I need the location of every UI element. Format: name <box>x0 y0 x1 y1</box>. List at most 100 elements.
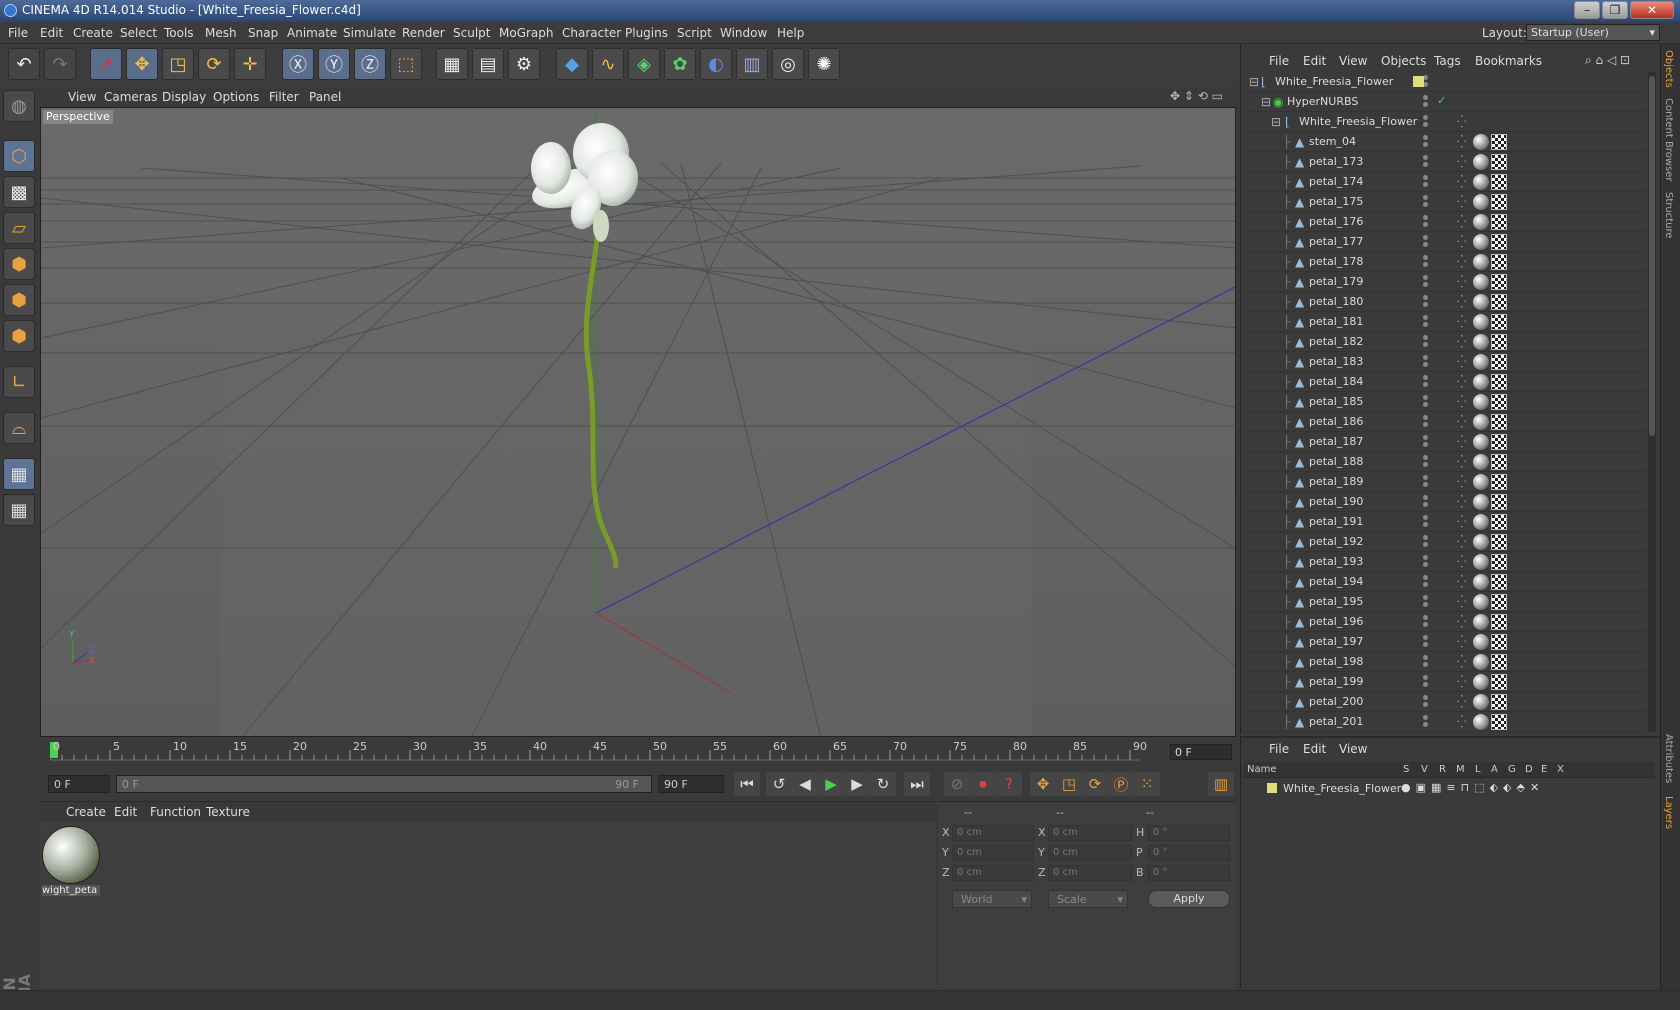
material-menu-create[interactable]: Create <box>66 805 106 819</box>
material-tag-icon[interactable] <box>1473 194 1489 210</box>
visibility-dots[interactable] <box>1423 235 1431 249</box>
object-row[interactable]: ├ ▲ petal_183 ⁛ <box>1243 352 1647 372</box>
menu-tools[interactable]: Tools <box>164 26 194 40</box>
phong-tag-icon[interactable]: ⁛ <box>1457 514 1471 530</box>
phong-tag-icon[interactable]: ⁛ <box>1457 374 1471 390</box>
col-x[interactable]: X <box>1557 764 1564 775</box>
material-tag-icon[interactable] <box>1473 174 1489 190</box>
menu-plugins[interactable]: Plugins <box>625 26 668 40</box>
uvw-tag-icon[interactable] <box>1491 234 1507 250</box>
visibility-dots[interactable] <box>1423 175 1431 189</box>
object-row[interactable]: ├ ▲ petal_181 ⁛ <box>1243 312 1647 332</box>
col-d[interactable]: D <box>1525 764 1533 775</box>
record-keys-icon[interactable]: ⊘ <box>944 772 970 796</box>
visibility-dots[interactable] <box>1423 275 1431 289</box>
col-v[interactable]: V <box>1421 764 1428 775</box>
phong-tag-icon[interactable]: ⁛ <box>1457 574 1471 590</box>
uvw-tag-icon[interactable] <box>1491 534 1507 550</box>
perspective-viewport[interactable]: Y Z X Perspective <box>40 107 1236 737</box>
visibility-dots[interactable] <box>1423 715 1431 729</box>
visibility-dots[interactable] <box>1423 515 1431 529</box>
phong-tag-icon[interactable]: ⁛ <box>1457 654 1471 670</box>
object-row[interactable]: ├ ▲ petal_197 ⁛ <box>1243 632 1647 652</box>
layer-menu-view[interactable]: View <box>1339 742 1367 756</box>
uvw-tag-icon[interactable] <box>1491 614 1507 630</box>
visibility-dots[interactable] <box>1423 135 1431 149</box>
object-row[interactable]: ├ ▲ petal_191 ⁛ <box>1243 512 1647 532</box>
material-tag-icon[interactable] <box>1473 354 1489 370</box>
go-to-start-icon[interactable]: ⏮ <box>734 772 760 796</box>
uvw-tag-icon[interactable] <box>1491 134 1507 150</box>
menu-edit[interactable]: Edit <box>40 26 63 40</box>
phong-tag-icon[interactable]: ⁛ <box>1457 674 1471 690</box>
col-g[interactable]: G <box>1508 764 1516 775</box>
phong-tag-icon[interactable]: ⁛ <box>1457 614 1471 630</box>
material-tag-icon[interactable] <box>1473 154 1489 170</box>
menu-render[interactable]: Render <box>402 26 445 40</box>
visibility-dots[interactable] <box>1423 95 1431 109</box>
redo-icon[interactable]: ↷ <box>44 48 76 80</box>
object-row[interactable]: ├ ▲ petal_196 ⁛ <box>1243 612 1647 632</box>
size-x-field[interactable]: 0 cm <box>1048 825 1132 841</box>
play-icon[interactable]: ▶ <box>818 772 844 796</box>
material-tag-icon[interactable] <box>1473 214 1489 230</box>
menu-mesh[interactable]: Mesh <box>205 26 237 40</box>
object-row-hypernurbs[interactable]: ⊟ ◉ HyperNURBS ✓ <box>1243 92 1647 112</box>
menu-file[interactable]: File <box>8 26 28 40</box>
uvw-tag-icon[interactable] <box>1491 594 1507 610</box>
col-name[interactable]: Name <box>1247 764 1277 775</box>
timeline-ruler[interactable]: 0 5 10 15 20 25 30 35 40 45 50 55 60 65 70 75 80 85 90 0 F <box>40 738 1236 768</box>
key-rotation-icon[interactable]: ⟳ <box>1082 772 1108 796</box>
visibility-dots[interactable] <box>1423 695 1431 709</box>
visibility-dots[interactable] <box>1423 595 1431 609</box>
uvw-tag-icon[interactable] <box>1491 274 1507 290</box>
menu-script[interactable]: Script <box>677 26 712 40</box>
phong-tag-icon[interactable]: ⁛ <box>1457 494 1471 510</box>
material-tag-icon[interactable] <box>1473 534 1489 550</box>
phong-tag-icon[interactable]: ⁛ <box>1457 274 1471 290</box>
uvw-tag-icon[interactable] <box>1491 154 1507 170</box>
uvw-tag-icon[interactable] <box>1491 514 1507 530</box>
visibility-dots[interactable] <box>1423 335 1431 349</box>
x-axis-icon[interactable]: Ⓧ <box>282 48 314 80</box>
uvw-tag-icon[interactable] <box>1491 374 1507 390</box>
mograph-cloner-icon[interactable]: ✿ <box>664 48 696 80</box>
render-view-icon[interactable]: ▦ <box>436 48 468 80</box>
visibility-dots[interactable] <box>1423 255 1431 269</box>
object-row[interactable]: ├ ▲ petal_176 ⁛ <box>1243 212 1647 232</box>
timeline-window-icon[interactable]: ▥ <box>1208 772 1234 796</box>
pos-y-field[interactable]: 0 cm <box>952 845 1034 861</box>
phong-tag-icon[interactable]: ⁛ <box>1457 134 1471 150</box>
make-editable-icon[interactable]: ◍ <box>3 90 35 122</box>
object-row[interactable]: ├ ▲ petal_187 ⁛ <box>1243 432 1647 452</box>
material-tag-icon[interactable] <box>1473 614 1489 630</box>
phong-tag-icon[interactable]: ⁛ <box>1457 594 1471 610</box>
layer-menu-edit[interactable]: Edit <box>1303 742 1326 756</box>
material-tag-icon[interactable] <box>1473 494 1489 510</box>
viewport-nav-icons[interactable]: ✥ ⇕ ⟲ ▭ <box>1170 89 1223 103</box>
coord-size-select[interactable]: Scale ▾ <box>1048 890 1128 908</box>
material-tag-icon[interactable] <box>1473 714 1489 730</box>
keyframe-selection-icon[interactable]: ? <box>996 772 1022 796</box>
object-row[interactable]: ├ ▲ petal_178 ⁛ <box>1243 252 1647 272</box>
rot-p-field[interactable]: 0 ° <box>1148 845 1230 861</box>
key-scale-icon[interactable]: ◳ <box>1056 772 1082 796</box>
points-mode-icon[interactable]: ⬢ <box>3 248 35 280</box>
layer-row[interactable]: White_Freesia_Flower ●▣▦≡⊓⬚⬖⬖⬘✕ <box>1243 780 1655 798</box>
pos-x-field[interactable]: 0 cm <box>952 825 1034 841</box>
object-row[interactable]: ├ ▲ petal_173 ⁛ <box>1243 152 1647 172</box>
render-settings-icon[interactable]: ⚙ <box>508 48 540 80</box>
model-mode-icon[interactable]: ⬡ <box>3 140 35 172</box>
phong-tag-icon[interactable]: ⁛ <box>1457 294 1471 310</box>
scrollbar-thumb[interactable] <box>1649 76 1655 436</box>
material-tag-icon[interactable] <box>1473 334 1489 350</box>
menu-snap[interactable]: Snap <box>248 26 278 40</box>
next-key-icon[interactable]: ↻ <box>870 772 896 796</box>
object-row[interactable]: ├ ▲ petal_194 ⁛ <box>1243 572 1647 592</box>
uvw-tag-icon[interactable] <box>1491 354 1507 370</box>
phong-tag-icon[interactable]: ⁛ <box>1457 394 1471 410</box>
object-row[interactable]: ├ ▲ petal_193 ⁛ <box>1243 552 1647 572</box>
apply-button[interactable]: Apply <box>1148 890 1230 908</box>
object-row[interactable]: ├ ▲ petal_175 ⁛ <box>1243 192 1647 212</box>
light-icon[interactable]: ✺ <box>808 48 840 80</box>
